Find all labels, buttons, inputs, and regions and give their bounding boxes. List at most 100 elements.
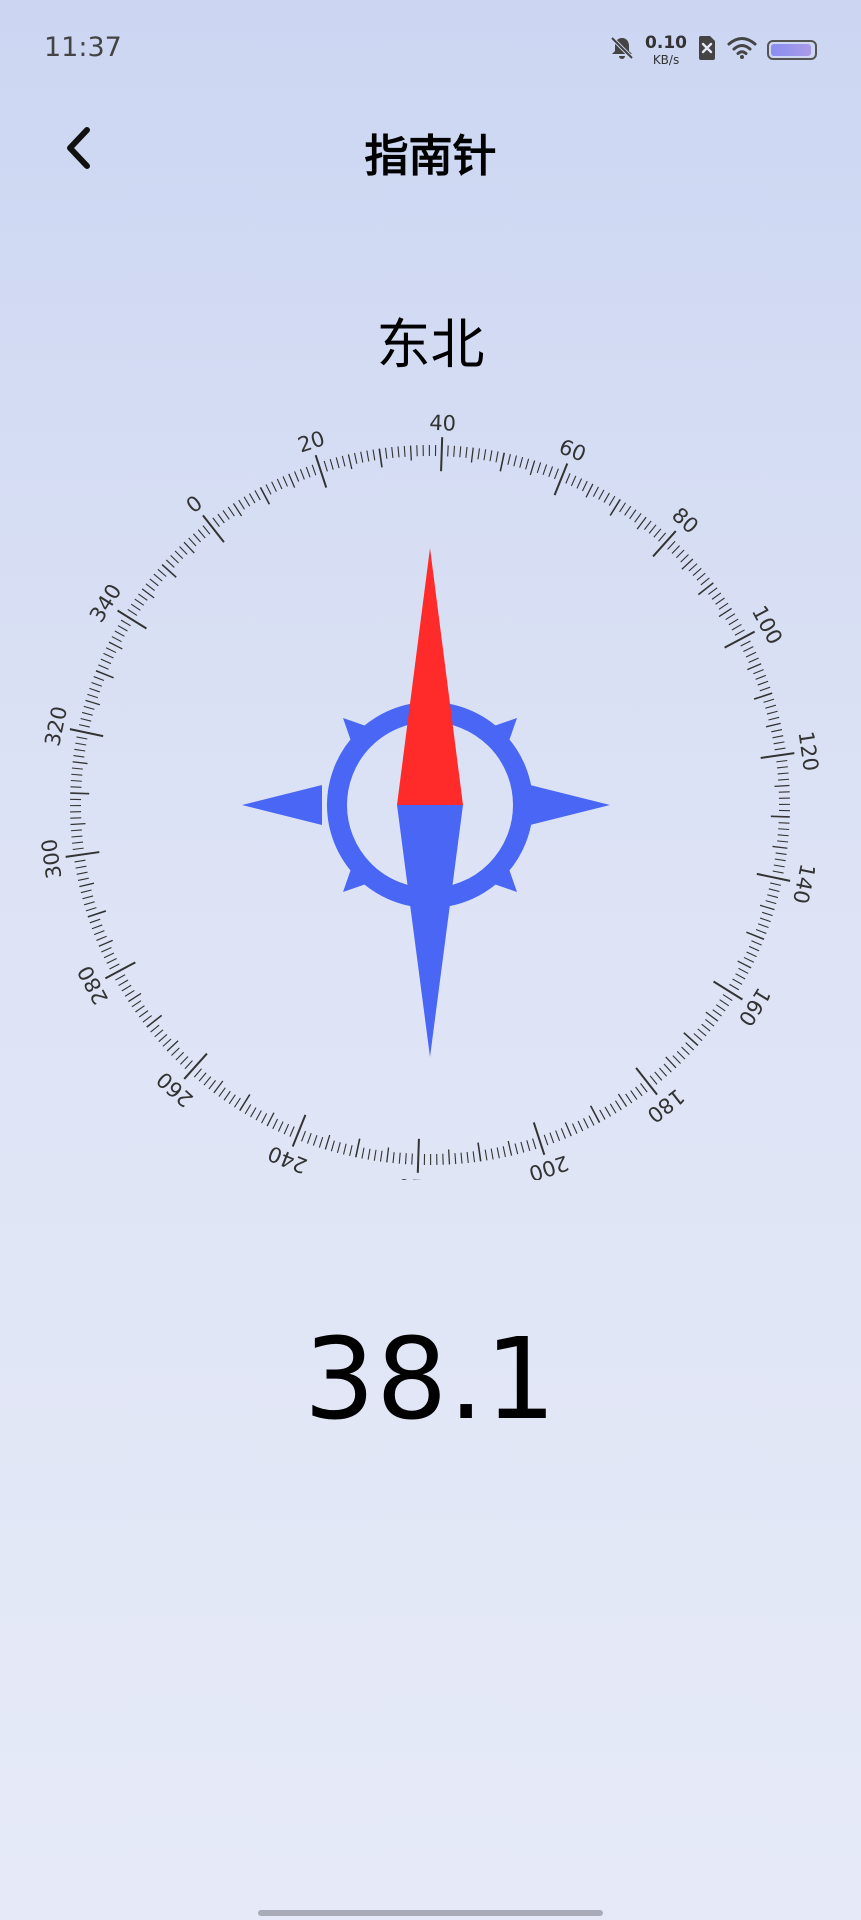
dial-tick bbox=[543, 1134, 549, 1146]
compass-needle bbox=[397, 548, 463, 1057]
dial-tick bbox=[553, 468, 559, 480]
dial-tick bbox=[751, 940, 762, 946]
dial-tick bbox=[71, 835, 83, 838]
dial-tick bbox=[75, 742, 87, 746]
dial-tick bbox=[361, 1147, 365, 1159]
dial-tick bbox=[145, 583, 155, 592]
dial-tick bbox=[599, 1109, 606, 1120]
dial-tick bbox=[265, 484, 272, 495]
compass-dial: 0 20 40 60 80 100 120 140 160 180 200 220 240 260 280 3… bbox=[40, 411, 820, 1180]
dial-tick bbox=[288, 473, 296, 488]
status-bar: 11:37 0.10 KB/s bbox=[0, 0, 861, 100]
dial-tick bbox=[266, 1112, 275, 1127]
dial-tick bbox=[680, 554, 689, 563]
dial-tick bbox=[72, 847, 84, 851]
dial-tick bbox=[218, 1087, 226, 1097]
home-indicator[interactable] bbox=[258, 1910, 603, 1916]
dial-tick bbox=[768, 888, 780, 893]
dial-tick bbox=[232, 503, 243, 517]
status-time: 11:37 bbox=[44, 32, 122, 63]
dial-tick bbox=[93, 676, 105, 682]
dial-tick bbox=[347, 454, 353, 470]
dial-tick bbox=[70, 792, 90, 795]
dial-tick bbox=[197, 529, 206, 539]
dial-tick bbox=[577, 1120, 584, 1132]
dial-tick bbox=[712, 1009, 722, 1017]
dial-tick bbox=[484, 1149, 488, 1161]
dial-tick bbox=[757, 923, 769, 929]
dial-tick bbox=[777, 772, 789, 775]
battery-icon bbox=[767, 40, 817, 60]
dial-tick bbox=[192, 533, 201, 543]
dial-tick bbox=[617, 1093, 628, 1107]
dial-tick bbox=[198, 1072, 207, 1082]
dial-tick bbox=[718, 602, 729, 610]
dial-tick bbox=[291, 1114, 307, 1147]
dial-tick bbox=[212, 517, 220, 527]
dial-tick bbox=[202, 525, 211, 535]
dial-tick bbox=[738, 967, 749, 974]
dial-tick bbox=[477, 448, 481, 460]
dial-tick bbox=[671, 545, 681, 554]
dial-tick bbox=[576, 478, 583, 489]
dial-tick bbox=[131, 1000, 142, 1008]
dial-tick bbox=[643, 520, 652, 530]
dial-tick bbox=[183, 541, 195, 554]
dial-tick bbox=[103, 952, 115, 959]
dial-tick bbox=[166, 1040, 179, 1052]
dial-tick bbox=[654, 1071, 663, 1081]
dial-tick bbox=[228, 1094, 236, 1105]
battery-level bbox=[771, 44, 811, 56]
dial-tick bbox=[71, 773, 83, 776]
dial-tick bbox=[117, 609, 147, 630]
dial-tick bbox=[731, 623, 742, 631]
dial-tick bbox=[135, 1005, 145, 1013]
dial-label: 160 bbox=[734, 983, 776, 1030]
dial-tick bbox=[759, 904, 775, 911]
dial-tick bbox=[696, 572, 706, 581]
dial-tick bbox=[73, 754, 85, 758]
dial-tick bbox=[318, 1136, 324, 1148]
dial-tick bbox=[222, 510, 230, 520]
dial-tick bbox=[564, 1122, 572, 1137]
dial-tick bbox=[276, 478, 283, 490]
dial-tick bbox=[360, 451, 364, 463]
dial-tick bbox=[490, 1148, 494, 1160]
dial-tick bbox=[85, 907, 97, 912]
dial-tick bbox=[91, 924, 103, 930]
dial-tick bbox=[529, 460, 536, 476]
dial-tick bbox=[411, 1153, 413, 1165]
dial-tick bbox=[138, 593, 148, 601]
dial-tick bbox=[115, 974, 126, 981]
dial-tick bbox=[372, 449, 376, 461]
dial-tick bbox=[179, 1056, 189, 1065]
dial-tick bbox=[175, 1051, 185, 1061]
dial-label: 260 bbox=[152, 1067, 198, 1112]
dial-tick bbox=[778, 778, 790, 781]
heading-value: 38.1 bbox=[303, 1315, 558, 1445]
dial-tick bbox=[120, 619, 131, 627]
dial-tick bbox=[555, 1130, 561, 1142]
app-header: 指南针 bbox=[0, 100, 861, 200]
dial-tick bbox=[65, 851, 100, 858]
dial-tick bbox=[519, 456, 524, 468]
dial-tick bbox=[466, 1151, 469, 1164]
dial-tick bbox=[85, 699, 101, 706]
dial-tick bbox=[774, 858, 786, 862]
dial-tick bbox=[630, 1090, 638, 1100]
dial-tick bbox=[227, 506, 235, 517]
dial-tick bbox=[592, 486, 599, 497]
dial-tick bbox=[778, 822, 790, 824]
dial-tick bbox=[124, 989, 135, 997]
dial-tick bbox=[142, 1015, 152, 1023]
dial-tick bbox=[768, 716, 780, 721]
dial-tick bbox=[323, 460, 328, 472]
dial-label: 280 bbox=[73, 962, 113, 1009]
dial-tick bbox=[663, 1063, 672, 1073]
dial-tick bbox=[705, 1018, 715, 1027]
dial-tick bbox=[335, 457, 340, 469]
dial-tick bbox=[773, 741, 785, 745]
dial-tick bbox=[416, 1138, 420, 1173]
dial-tick bbox=[724, 630, 756, 649]
dial-tick bbox=[477, 1142, 482, 1162]
